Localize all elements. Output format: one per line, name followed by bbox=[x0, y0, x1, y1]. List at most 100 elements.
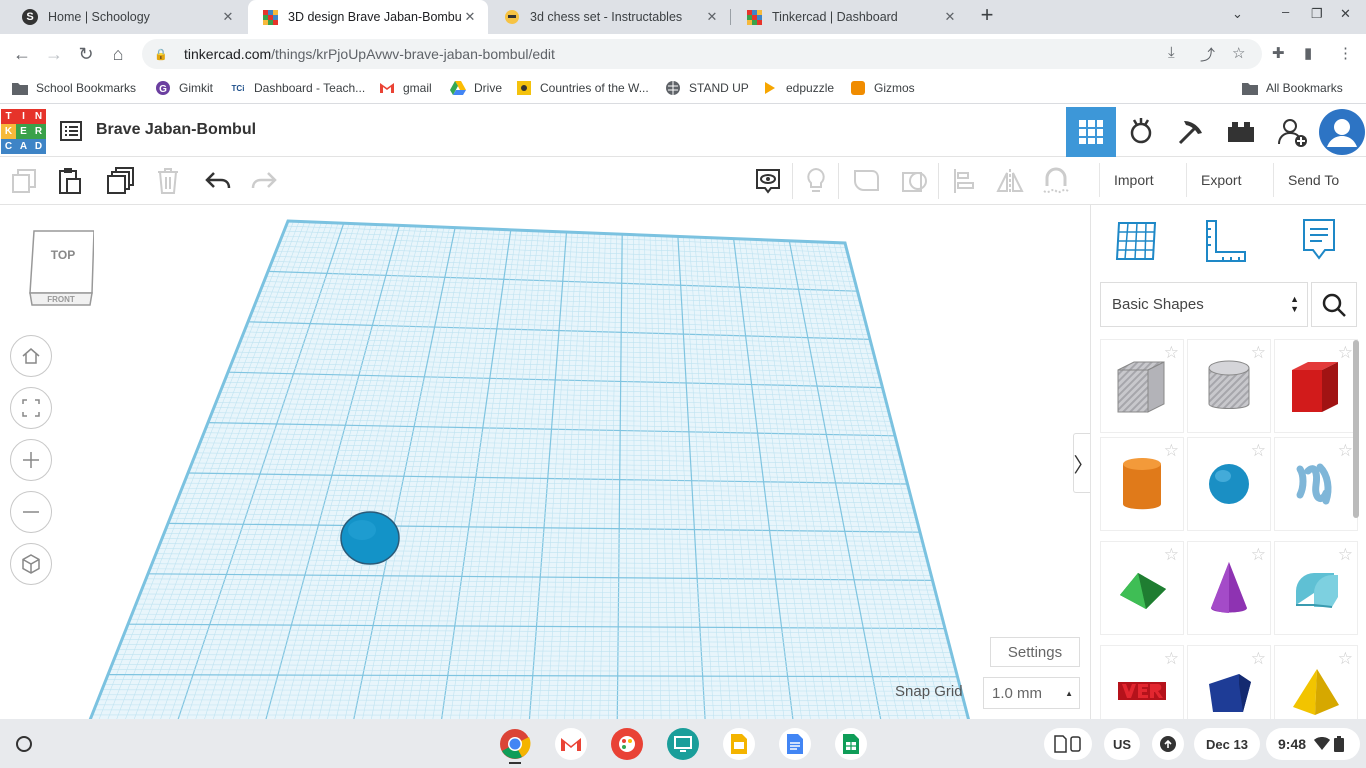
avatar[interactable] bbox=[1317, 107, 1366, 157]
redo-button[interactable] bbox=[248, 165, 280, 197]
classroom-app-icon[interactable] bbox=[667, 728, 699, 760]
tab-tinkercad-dashboard[interactable]: Tinkercad | Dashboard ✕ bbox=[732, 0, 968, 34]
blocks-button[interactable] bbox=[1116, 107, 1166, 157]
fit-view-button[interactable] bbox=[10, 387, 52, 429]
holding-space-button[interactable] bbox=[1044, 728, 1092, 760]
tab-instructables[interactable]: 3d chess set - Instructables ✕ bbox=[490, 0, 730, 34]
chrome-app-icon[interactable] bbox=[499, 728, 531, 760]
duplicate-button[interactable] bbox=[104, 165, 136, 197]
projection-button[interactable] bbox=[10, 543, 52, 585]
close-icon[interactable]: ✕ bbox=[462, 9, 478, 25]
reload-icon[interactable]: ↻ bbox=[74, 42, 98, 66]
bookmark-gimkit[interactable]: G Gimkit bbox=[155, 80, 213, 96]
shape-round-roof[interactable]: ☆ bbox=[1275, 542, 1357, 634]
bookmark-school[interactable]: School Bookmarks bbox=[12, 80, 136, 96]
slides-app-icon[interactable] bbox=[723, 728, 755, 760]
keyboard-layout-button[interactable]: US bbox=[1104, 728, 1140, 760]
delete-button[interactable] bbox=[152, 165, 184, 197]
design-title[interactable]: Brave Jaban-Bombul bbox=[96, 121, 256, 139]
star-icon[interactable]: ☆ bbox=[1251, 442, 1266, 459]
shape-cylinder[interactable]: ☆ bbox=[1101, 438, 1183, 530]
settings-button[interactable]: Settings bbox=[990, 637, 1080, 667]
paste-button[interactable] bbox=[54, 165, 86, 197]
bookmark-edpuzzle[interactable]: edpuzzle bbox=[762, 80, 834, 96]
sphere-shape[interactable] bbox=[340, 511, 400, 565]
workplane-grid[interactable] bbox=[0, 205, 1090, 719]
sheets-app-icon[interactable] bbox=[835, 728, 867, 760]
shape-polygon[interactable]: ☆ bbox=[1188, 646, 1270, 719]
minecraft-button[interactable] bbox=[1166, 107, 1216, 157]
gmail-app-icon[interactable] bbox=[555, 728, 587, 760]
solid-button[interactable] bbox=[850, 165, 882, 197]
star-icon[interactable]: ☆ bbox=[1338, 442, 1353, 459]
star-icon[interactable]: ☆ bbox=[1338, 546, 1353, 563]
star-icon[interactable]: ☆ bbox=[1164, 650, 1179, 667]
address-bar[interactable]: 🔒 tinkercad.com/things/krPjoUpAvwv-brave… bbox=[142, 39, 1262, 69]
canvas-app-icon[interactable] bbox=[611, 728, 643, 760]
bookmark-drive[interactable]: Drive bbox=[450, 80, 502, 96]
send-to-button[interactable]: Send To bbox=[1273, 163, 1353, 197]
home-icon[interactable]: ⌂ bbox=[106, 42, 130, 66]
ruler-tool-button[interactable] bbox=[1201, 217, 1249, 265]
menu-icon[interactable]: ⋮ bbox=[1338, 44, 1353, 62]
close-icon[interactable]: ✕ bbox=[942, 9, 958, 25]
mirror-button[interactable] bbox=[994, 165, 1026, 197]
hint-button[interactable] bbox=[800, 165, 832, 197]
star-icon[interactable]: ☆ bbox=[1164, 442, 1179, 459]
maximize-icon[interactable]: ❐ bbox=[1311, 6, 1323, 22]
close-window-icon[interactable]: ✕ bbox=[1340, 6, 1351, 22]
invite-user-button[interactable] bbox=[1268, 107, 1318, 157]
bookmark-gmail[interactable]: gmail bbox=[379, 80, 432, 96]
new-tab-button[interactable]: + bbox=[976, 4, 998, 28]
shape-box-hole[interactable]: ☆ bbox=[1101, 340, 1183, 432]
notes-button[interactable] bbox=[752, 165, 784, 197]
upload-button[interactable] bbox=[1152, 728, 1184, 760]
star-icon[interactable]: ☆ bbox=[1251, 344, 1266, 361]
docs-app-icon[interactable] bbox=[779, 728, 811, 760]
zoom-out-button[interactable] bbox=[10, 491, 52, 533]
shape-box[interactable]: ☆ bbox=[1275, 340, 1357, 432]
group-button[interactable] bbox=[1040, 165, 1072, 197]
panel-scrollbar[interactable] bbox=[1353, 340, 1359, 518]
bookmark-gizmos[interactable]: Gizmos bbox=[850, 80, 915, 96]
bookmark-standup[interactable]: STAND UP bbox=[665, 80, 749, 96]
back-icon[interactable]: ← bbox=[10, 42, 34, 66]
align-button[interactable] bbox=[948, 165, 980, 197]
workplane-tool-button[interactable] bbox=[1113, 217, 1161, 265]
import-button[interactable]: Import bbox=[1099, 163, 1168, 197]
launcher-icon[interactable] bbox=[16, 736, 32, 752]
undo-button[interactable] bbox=[202, 165, 234, 197]
zoom-in-button[interactable] bbox=[10, 439, 52, 481]
notes-tool-button[interactable] bbox=[1295, 217, 1343, 265]
bookmark-countries[interactable]: Countries of the W... bbox=[516, 80, 649, 96]
minimize-icon[interactable]: – bbox=[1282, 4, 1289, 19]
extensions-icon[interactable]: ✚ bbox=[1272, 44, 1285, 62]
tab-tinkercad-design[interactable]: 3D design Brave Jaban-Bombul ✕ bbox=[248, 0, 488, 34]
tab-search-icon[interactable]: ⌄ bbox=[1232, 6, 1243, 22]
hole-button[interactable] bbox=[898, 165, 930, 197]
view-cube[interactable]: TOP FRONT bbox=[28, 227, 95, 307]
all-bookmarks[interactable]: All Bookmarks bbox=[1242, 80, 1343, 96]
shape-roof[interactable]: ☆ bbox=[1101, 542, 1183, 634]
shape-category-select[interactable]: Basic Shapes ▲ ▼ bbox=[1100, 282, 1308, 327]
3d-view-button[interactable] bbox=[1066, 107, 1116, 157]
shape-sphere[interactable]: ☆ bbox=[1188, 438, 1270, 530]
tinkercad-logo[interactable]: T I N K E R C A D bbox=[1, 109, 46, 154]
shape-text[interactable]: ☆ bbox=[1101, 646, 1183, 719]
workplane-viewport[interactable]: TOP FRONT 〉 Settings Snap Grid 1.0 mm ▲ bbox=[0, 205, 1090, 719]
design-list-icon[interactable] bbox=[60, 121, 82, 141]
shape-cylinder-hole[interactable]: ☆ bbox=[1188, 340, 1270, 432]
shape-scribble[interactable]: ☆ bbox=[1275, 438, 1357, 530]
star-icon[interactable]: ☆ bbox=[1251, 546, 1266, 563]
shape-cone[interactable]: ☆ bbox=[1188, 542, 1270, 634]
star-icon[interactable]: ☆ bbox=[1164, 344, 1179, 361]
system-tray[interactable]: 9:48 bbox=[1266, 728, 1360, 760]
star-icon[interactable]: ☆ bbox=[1164, 546, 1179, 563]
share-icon[interactable]: ⤴ bbox=[1200, 44, 1215, 65]
star-icon[interactable]: ☆ bbox=[1251, 650, 1266, 667]
install-icon[interactable]: ⤓ bbox=[1168, 44, 1175, 61]
close-icon[interactable]: ✕ bbox=[704, 9, 720, 25]
home-view-button[interactable] bbox=[10, 335, 52, 377]
snap-grid-select[interactable]: 1.0 mm ▲ bbox=[983, 677, 1080, 709]
copy-button[interactable] bbox=[8, 165, 40, 197]
